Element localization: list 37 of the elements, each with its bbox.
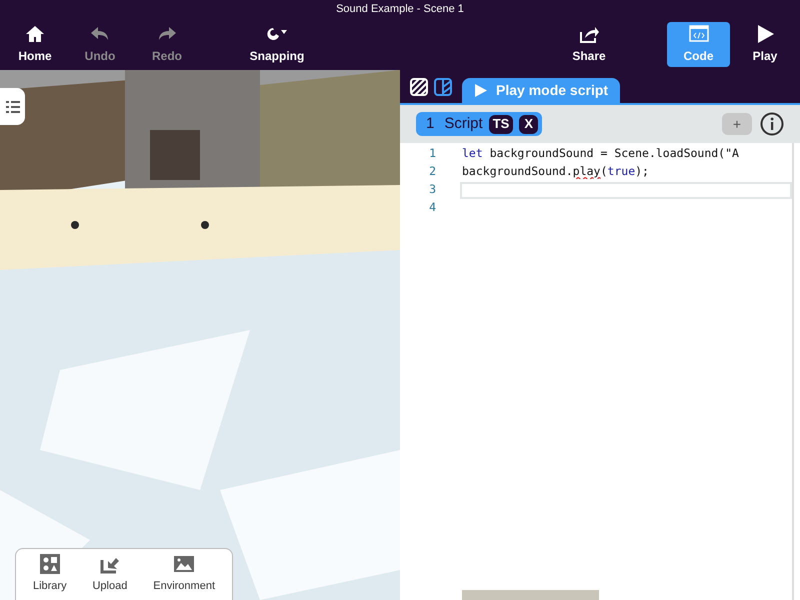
list-icon [6,100,20,112]
window-title: Sound Example - Scene 1 [336,2,464,17]
code-token: backgroundSound. [462,166,573,178]
line-number: 4 [428,199,437,216]
shapes-icon [40,554,60,574]
outline-toggle[interactable] [0,88,25,125]
script-tab[interactable]: 1 Script TS X [416,112,542,136]
script-label: Script [444,114,483,134]
toolbar-button[interactable]: Home [5,22,65,67]
code-token: backgroundSound = Scene.loadSound("A [488,148,739,160]
line-number: 3 [428,181,437,198]
split-square-icon[interactable] [434,78,452,96]
code-token: ); [635,166,649,178]
play-icon [755,24,775,44]
script-number: 1 [426,114,434,134]
code-token: play [572,166,600,178]
info-icon[interactable] [760,112,784,136]
close-button[interactable]: X [519,114,538,134]
add-button[interactable]: + [722,113,752,135]
language-badge: TS [488,114,514,134]
play-icon [474,83,488,98]
asset-button[interactable]: Library [32,554,67,595]
line-number: 1 [428,145,437,162]
hatched-square-icon[interactable] [410,78,428,96]
asset-button[interactable]: Upload [92,554,128,595]
toolbar-button[interactable]: Snapping [247,22,307,67]
code-token: ( [600,166,608,178]
line-number: 2 [428,163,437,180]
code-token: let [462,148,483,160]
code-token: true [607,166,636,178]
image-icon [174,554,194,574]
toolbar-button[interactable]: Play [735,22,795,67]
scrollbar[interactable] [462,590,599,600]
asset-button[interactable]: Environment [153,554,216,595]
code-icon [688,24,708,44]
home-icon [25,24,45,44]
toolbar-button[interactable]: Share [559,22,619,67]
